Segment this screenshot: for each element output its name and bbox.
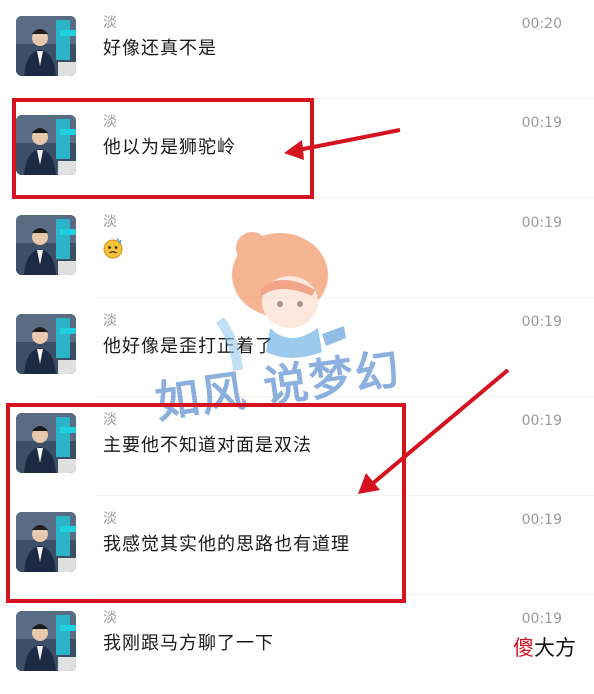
avatar-image <box>16 611 76 671</box>
sender-name: 淡 <box>103 15 117 31</box>
message-time: 00:19 <box>521 115 562 131</box>
worried-emoji-sticker-icon <box>103 237 123 259</box>
message-row[interactable]: 淡 他好像是歪打正着了 00:19 <box>0 298 594 397</box>
message-row[interactable]: 淡 我感觉其实他的思路也有道理 00:19 <box>0 496 594 595</box>
avatar-image <box>16 215 76 275</box>
sender-name: 淡 <box>103 313 117 329</box>
sender-avatar[interactable] <box>16 215 76 275</box>
sender-avatar[interactable] <box>16 115 76 175</box>
corner-logo-accent: 傻 <box>513 636 534 660</box>
message-row[interactable]: 淡 00:19 <box>0 199 594 298</box>
corner-logo-text: 大方 <box>534 636 576 660</box>
sender-name: 淡 <box>103 214 117 230</box>
message-time: 00:19 <box>521 611 562 627</box>
row-divider <box>96 197 594 198</box>
message-text: 我刚跟马方聊了一下 <box>103 633 274 654</box>
avatar-image <box>16 314 76 374</box>
message-row[interactable]: 淡 他以为是狮驼岭 00:19 <box>0 99 594 198</box>
message-time: 00:20 <box>521 16 562 32</box>
message-text: 我感觉其实他的思路也有道理 <box>103 534 350 555</box>
avatar-image <box>16 115 76 175</box>
message-time: 00:19 <box>521 215 562 231</box>
sender-avatar[interactable] <box>16 16 76 76</box>
message-text: 好像还真不是 <box>103 38 217 59</box>
sender-avatar[interactable] <box>16 512 76 572</box>
message-text: 他以为是狮驼岭 <box>103 137 236 158</box>
sender-avatar[interactable] <box>16 314 76 374</box>
message-time: 00:19 <box>521 512 562 528</box>
chat-message-list[interactable]: 淡 好像还真不是 00:20 淡 他以为是狮驼岭 00:19 淡 00:19 淡… <box>0 0 594 687</box>
sender-name: 淡 <box>103 412 117 428</box>
message-time: 00:19 <box>521 314 562 330</box>
sender-name: 淡 <box>103 610 117 626</box>
corner-logo: 傻大方 <box>513 635 576 661</box>
avatar-image <box>16 413 76 473</box>
sender-name: 淡 <box>103 114 117 130</box>
sender-avatar[interactable] <box>16 611 76 671</box>
message-row[interactable]: 淡 好像还真不是 00:20 <box>0 0 594 99</box>
message-text: 主要他不知道对面是双法 <box>103 435 312 456</box>
sender-name: 淡 <box>103 511 117 527</box>
sender-avatar[interactable] <box>16 413 76 473</box>
message-time: 00:19 <box>521 413 562 429</box>
message-row[interactable]: 淡 主要他不知道对面是双法 00:19 <box>0 397 594 496</box>
avatar-image <box>16 512 76 572</box>
avatar-image <box>16 16 76 76</box>
message-text: 他好像是歪打正着了 <box>103 336 274 357</box>
message-row[interactable]: 淡 我刚跟马方聊了一下 00:19 <box>0 595 594 694</box>
